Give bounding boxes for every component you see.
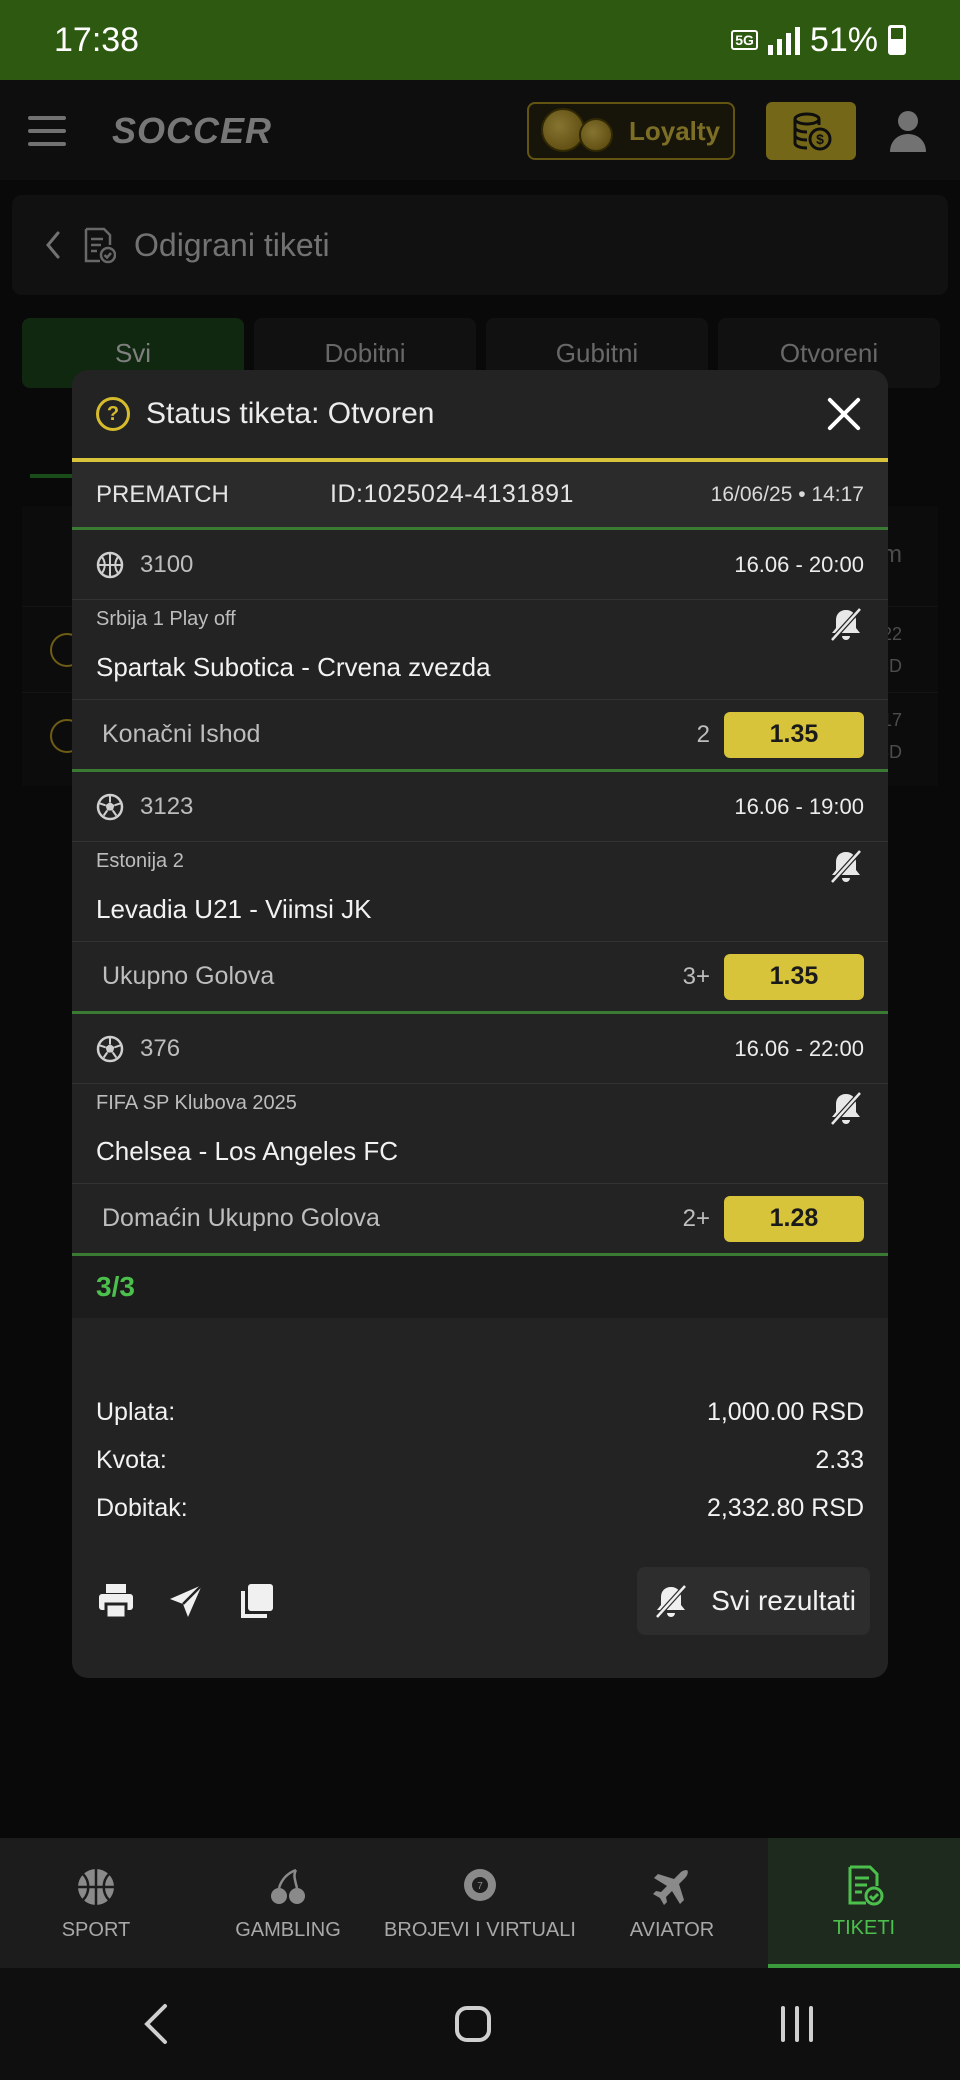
bet-pick-row: Domaćin Ukupno Golova 2+ 1.28 — [72, 1184, 888, 1256]
nav-label: TIKETI — [832, 1916, 896, 1939]
network-type-icon: 5G — [731, 30, 758, 50]
ticket-type: PREMATCH — [96, 480, 229, 508]
odds-value: 2.33 — [815, 1445, 864, 1474]
event-time: 16.06 - 19:00 — [734, 793, 864, 819]
basketball-icon — [96, 551, 124, 578]
nav-label: AVIATOR — [629, 1918, 715, 1941]
win-row: Dobitak: 2,332.80 RSD — [96, 1484, 864, 1532]
bet-pick-row: Ukupno Golova 3+ 1.35 — [72, 942, 888, 1014]
battery-percent: 51% — [809, 20, 878, 59]
clock: 17:38 — [54, 20, 140, 59]
event-details: FIFA SP Klubova 2025 Chelsea - Los Angel… — [72, 1084, 888, 1184]
pick-value: 2 — [696, 720, 710, 748]
modal-title: Status tiketa: Otvoren — [146, 397, 435, 430]
home-icon[interactable] — [453, 2004, 493, 2044]
soccer-ball-icon — [96, 793, 124, 820]
bet-pick-row: Konačni Ishod 2 1.35 — [72, 700, 888, 772]
print-icon[interactable] — [96, 1581, 136, 1621]
bell-off-icon — [655, 1584, 688, 1619]
bell-off-icon[interactable] — [828, 1090, 864, 1126]
svg-text:7: 7 — [477, 1881, 483, 1892]
system-nav-bar — [0, 1968, 960, 2080]
bell-off-icon[interactable] — [828, 606, 864, 642]
basketball-icon — [78, 1868, 114, 1905]
modal-actions: Svi rezultati — [96, 1566, 870, 1636]
event-details: Estonija 2 Levadia U21 - Viimsi JK — [72, 842, 888, 942]
event-header: 3100 16.06 - 20:00 — [72, 530, 888, 600]
league-name: FIFA SP Klubova 2025 — [96, 1092, 297, 1114]
league-name: Estonija 2 — [96, 850, 184, 872]
win-value: 2,332.80 RSD — [706, 1493, 864, 1522]
ticket-icon — [848, 1865, 884, 1905]
market-name: Domaćin Ukupno Golova — [102, 1204, 380, 1232]
event-header: 376 16.06 - 22:00 — [72, 1014, 888, 1084]
all-results-button[interactable]: Svi rezultati — [637, 1567, 870, 1635]
question-icon: ? — [96, 397, 130, 431]
nav-label: BROJEVI I VIRTUALI — [384, 1919, 576, 1941]
event-code: 3123 — [140, 792, 194, 820]
bottom-nav: SPORT GAMBLING 7 BROJEVI I VIRTUALI AVIA… — [0, 1838, 960, 1968]
ticket-status-modal: ? Status tiketa: Otvoren PREMATCH ID:102… — [72, 370, 888, 1678]
back-icon[interactable] — [141, 2002, 171, 2046]
odds-row: Kvota: 2.33 — [96, 1436, 864, 1484]
odd-badge: 1.28 — [724, 1195, 864, 1242]
status-bar: 17:38 5G 51% — [0, 0, 960, 80]
win-label: Dobitak: — [96, 1493, 188, 1522]
battery-icon — [888, 25, 906, 55]
odds-label: Kvota: — [96, 1445, 167, 1474]
all-results-label: Svi rezultati — [711, 1585, 856, 1616]
soccer-ball-icon — [96, 1035, 124, 1062]
nav-brojevi-virtuali[interactable]: 7 BROJEVI I VIRTUALI — [384, 1838, 576, 1968]
ticket-summary: Uplata: 1,000.00 RSD Kvota: 2.33 Dobitak… — [72, 1318, 888, 1532]
event-header: 3123 16.06 - 19:00 — [72, 772, 888, 842]
event-count: 3/3 — [72, 1256, 888, 1318]
event-time: 16.06 - 22:00 — [734, 1035, 864, 1061]
send-icon[interactable] — [166, 1581, 206, 1621]
stake-label: Uplata: — [96, 1397, 176, 1426]
nav-label: GAMBLING — [235, 1918, 341, 1941]
market-name: Ukupno Golova — [102, 962, 275, 990]
event-code: 3100 — [140, 550, 194, 578]
stake-value: 1,000.00 RSD — [706, 1397, 864, 1426]
nav-tiketi[interactable]: TIKETI — [768, 1838, 960, 1968]
odd-badge: 1.35 — [724, 953, 864, 1000]
event-details: Srbija 1 Play off Spartak Subotica - Crv… — [72, 600, 888, 700]
nav-sport[interactable]: SPORT — [0, 1838, 192, 1968]
match-name: Spartak Subotica - Crvena zvezda — [96, 652, 491, 682]
match-name: Levadia U21 - Viimsi JK — [96, 894, 372, 924]
recents-icon[interactable] — [775, 2004, 819, 2044]
bell-off-icon[interactable] — [828, 848, 864, 884]
cherries-icon — [271, 1868, 305, 1904]
signal-icon — [767, 25, 800, 55]
event-code: 376 — [140, 1034, 181, 1062]
nav-aviator[interactable]: AVIATOR — [576, 1838, 768, 1968]
event-time: 16.06 - 20:00 — [734, 551, 864, 577]
modal-header: ? Status tiketa: Otvoren — [72, 370, 888, 462]
pick-value: 2+ — [682, 1204, 710, 1232]
match-name: Chelsea - Los Angeles FC — [96, 1136, 399, 1166]
ticket-info-row: PREMATCH ID:1025024-4131891 16/06/25 • 1… — [72, 462, 888, 530]
nav-gambling[interactable]: GAMBLING — [192, 1838, 384, 1968]
odd-badge: 1.35 — [724, 711, 864, 758]
ticket-datetime: 16/06/25 • 14:17 — [710, 482, 864, 506]
pick-value: 3+ — [682, 962, 710, 990]
market-name: Konačni Ishod — [102, 720, 261, 748]
copy-icon[interactable] — [236, 1581, 276, 1621]
lottery-ball-icon: 7 — [464, 1869, 496, 1901]
airplane-icon — [653, 1869, 688, 1905]
close-icon[interactable] — [824, 394, 864, 434]
ticket-id: ID:1025024-4131891 — [330, 480, 574, 508]
stake-row: Uplata: 1,000.00 RSD — [96, 1388, 864, 1436]
nav-label: SPORT — [61, 1918, 131, 1941]
league-name: Srbija 1 Play off — [96, 608, 236, 630]
